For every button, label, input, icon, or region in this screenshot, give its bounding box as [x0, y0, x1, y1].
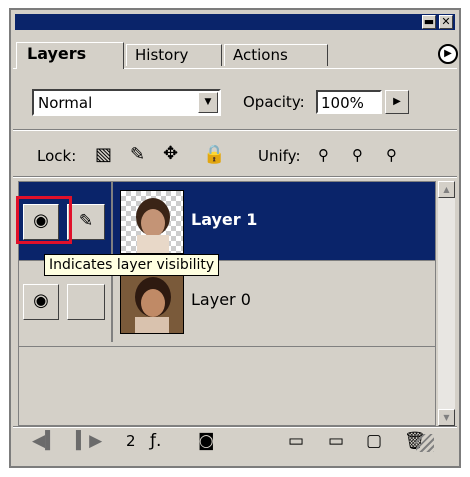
unify-label: Unify:	[258, 147, 301, 165]
next-frame-icon[interactable]: ▍▶	[76, 431, 102, 451]
eye-icon[interactable]: ◉	[23, 284, 59, 320]
minimize-button[interactable]: ▬	[422, 15, 436, 29]
resize-grip-icon[interactable]	[416, 434, 434, 452]
layer-style-icon[interactable]: ƒ.	[150, 431, 161, 451]
frame-number: 2	[126, 432, 136, 450]
new-adjustment-layer-icon[interactable]: ▭	[328, 431, 344, 451]
palette-footer: ◀▍ ▍▶ 2 ƒ. ◙ ▭ ▭ ▢ 🗑	[18, 428, 438, 456]
tooltip: Indicates layer visibility	[44, 254, 220, 276]
scroll-down-button[interactable]: ▼	[438, 409, 455, 426]
layer-name[interactable]: Layer 1	[191, 210, 257, 229]
link-cell[interactable]	[67, 284, 105, 320]
lock-label: Lock:	[37, 147, 77, 165]
unify-visibility-icon[interactable]: ⚲	[352, 145, 363, 165]
scrollbar[interactable]: ▲ ▼	[438, 181, 455, 426]
close-button[interactable]: ✕	[439, 15, 453, 29]
portrait-cutout-image	[136, 198, 170, 253]
add-mask-icon[interactable]: ◙	[198, 431, 215, 451]
portrait-image	[121, 271, 183, 333]
lock-position-move-icon[interactable]: ✥	[163, 144, 178, 164]
chevron-down-icon[interactable]: ▼	[198, 92, 218, 113]
layer-name[interactable]: Layer 0	[191, 290, 251, 309]
layer-row[interactable]: ◉ ✎ Layer 1	[19, 182, 435, 260]
opacity-slider-button[interactable]: ▶	[385, 90, 409, 114]
new-layer-set-folder-icon[interactable]: ▭	[288, 431, 304, 451]
new-layer-icon[interactable]: ▢	[366, 431, 382, 451]
lock-image-brush-icon[interactable]: ✎	[130, 145, 145, 165]
brush-icon[interactable]: ✎	[67, 204, 105, 240]
layer-thumbnail	[120, 270, 184, 334]
lock-transparency-icon[interactable]: ▧	[95, 145, 112, 165]
layer-thumbnail	[120, 190, 184, 254]
layers-list: ◉ ✎ Layer 1 ◉ Layer 0	[18, 181, 436, 426]
unify-style-icon[interactable]: ⚲	[386, 145, 397, 165]
row-separator	[19, 346, 435, 347]
palette-tabs: Layers History Actions	[16, 42, 328, 69]
blend-mode-value: Normal	[38, 94, 93, 112]
divider	[13, 129, 457, 131]
opacity-label: Opacity:	[243, 93, 305, 111]
tab-layers[interactable]: Layers	[16, 42, 124, 69]
palette-title-bar[interactable]: ▬ ✕	[15, 14, 455, 30]
blend-mode-select[interactable]: Normal ▼	[32, 89, 221, 116]
row-divider	[111, 182, 113, 260]
unify-position-icon[interactable]: ⚲	[318, 145, 329, 165]
tab-actions[interactable]: Actions	[224, 44, 328, 66]
palette-menu-button[interactable]: ▶	[438, 44, 458, 64]
opacity-field[interactable]: 100%	[316, 90, 382, 114]
scroll-up-button[interactable]: ▲	[438, 181, 455, 198]
lock-all-padlock-icon[interactable]: 🔒	[203, 145, 225, 165]
visibility-highlight-box	[16, 196, 72, 244]
previous-frame-icon[interactable]: ◀▍	[32, 431, 58, 451]
divider	[13, 176, 457, 178]
tab-history[interactable]: History	[126, 44, 222, 66]
